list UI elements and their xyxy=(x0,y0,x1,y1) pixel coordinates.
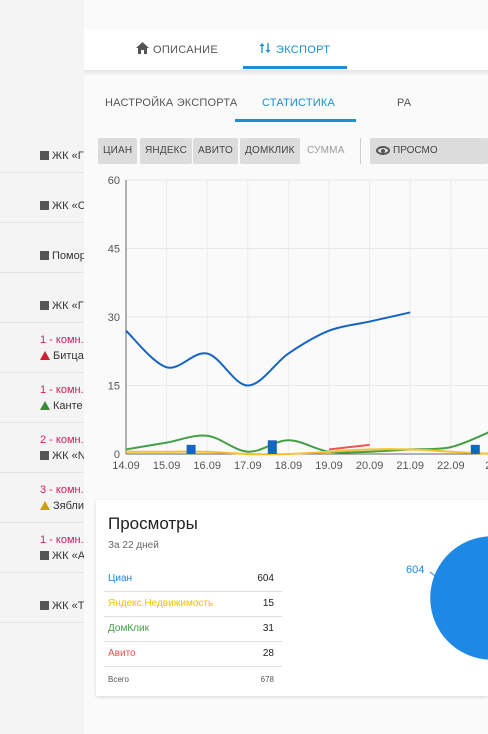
building-icon xyxy=(40,551,49,560)
views-card: Просмотры За 22 дней Циан 604 Яндекс.Нед… xyxy=(96,500,488,696)
table-row: Авито 28 xyxy=(104,642,282,667)
series-line xyxy=(125,311,411,387)
metro-icon xyxy=(40,501,50,510)
pie-label: 604 xyxy=(406,564,424,576)
x-tick-label: 20.09 xyxy=(356,460,384,472)
row-name: Авито xyxy=(108,648,136,659)
row-name: Циан xyxy=(108,573,133,584)
x-tick-label: 16.09 xyxy=(193,460,221,472)
views-pie-chart: 604 xyxy=(406,535,488,661)
list-item-subtitle: ЖК «Т xyxy=(40,600,84,612)
table-row: Яндекс.Недвижимость 15 xyxy=(104,592,282,617)
list-item-title: 1 - комн. xyxy=(40,534,84,546)
x-tick-label: 18.09 xyxy=(275,460,303,472)
y-tick-label: 15 xyxy=(108,381,120,393)
list-item-subtitle-text: ЖК «Т xyxy=(52,600,85,612)
list-item-subtitle-text: Зябли xyxy=(53,500,84,512)
table-row-total: Всего 678 xyxy=(104,667,282,691)
row-value: 15 xyxy=(262,598,274,609)
x-tick-label: 21.09 xyxy=(396,460,424,472)
y-tick-label: 60 xyxy=(108,175,120,187)
x-tick-label: 19.09 xyxy=(315,460,343,472)
chart-marker xyxy=(267,440,277,454)
y-tick-label: 30 xyxy=(108,312,120,324)
table-row: Циан 604 xyxy=(104,567,282,592)
x-tick-label: 22.09 xyxy=(437,460,465,472)
row-value: 28 xyxy=(262,648,274,659)
row-value: 31 xyxy=(262,623,274,634)
x-tick-label: 15.09 xyxy=(153,460,181,472)
list-item-subtitle: ЖК «А xyxy=(40,550,85,562)
building-icon xyxy=(40,601,49,610)
row-name: ДомКлик xyxy=(108,623,149,634)
views-subtitle: За 22 дней xyxy=(108,540,159,551)
list-item-subtitle-text: ЖК «А xyxy=(52,550,86,562)
chart-marker xyxy=(470,444,480,454)
chart-marker xyxy=(186,444,196,454)
total-label: Всего xyxy=(108,675,129,684)
x-tick-label: 14.09 xyxy=(112,460,140,472)
y-tick-label: 45 xyxy=(108,244,120,256)
table-row: ДомКлик 31 xyxy=(104,617,282,642)
views-title: Просмотры xyxy=(108,514,198,533)
row-value: 604 xyxy=(257,573,274,584)
pie-slice xyxy=(429,535,488,661)
list-item-subtitle: Зябли xyxy=(40,500,84,512)
stage: ЖК «Г ЖК «С Помор ЖК «Г 1 - комн. Битца 1 - ко… xyxy=(0,0,488,734)
views-line-chart: 01530456014.09 15.09 16.09 17.09 18.09 19.09 2… xyxy=(108,175,488,472)
total-value: 678 xyxy=(260,675,274,684)
row-name: Яндекс.Недвижимость xyxy=(108,598,214,609)
x-tick-label: 17.09 xyxy=(234,460,262,472)
series-line xyxy=(125,431,488,454)
